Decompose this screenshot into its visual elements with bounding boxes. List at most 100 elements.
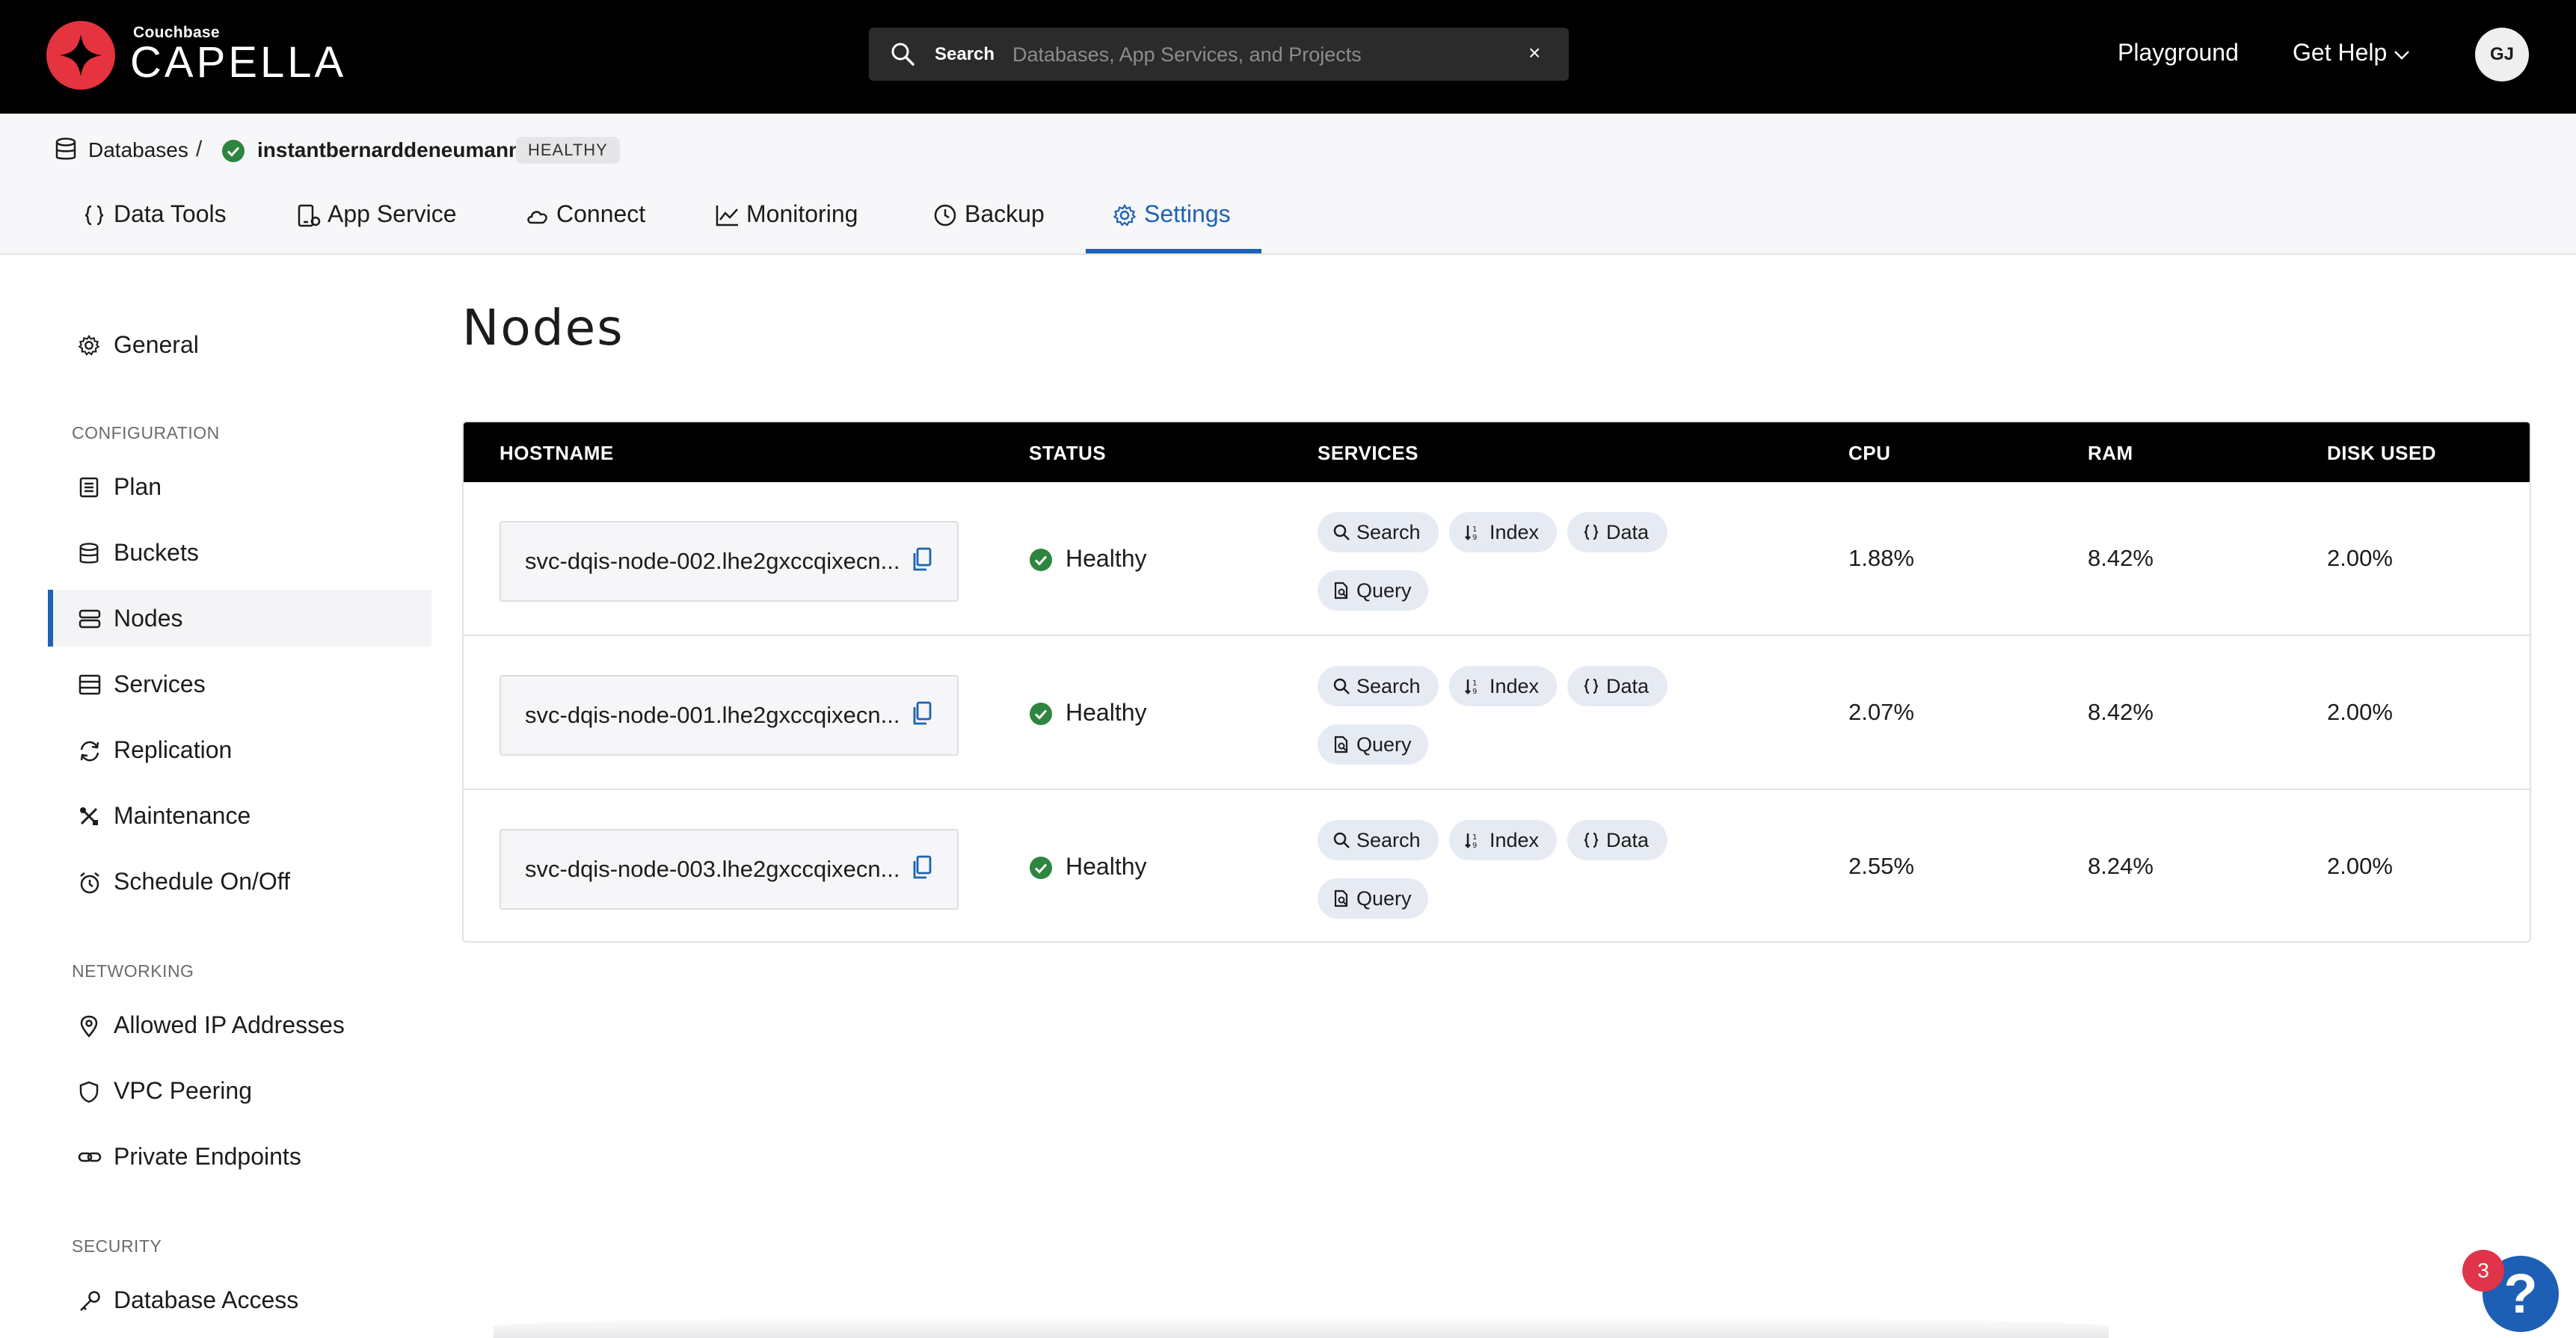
sidebar-item-label: Maintenance: [114, 802, 251, 829]
hostname-field[interactable]: svc-dqis-node-001.lhe2gxccqixecn...: [499, 675, 959, 756]
svg-text:9: 9: [1472, 534, 1477, 541]
hostname-text: svc-dqis-node-001.lhe2gxccqixecn...: [525, 702, 900, 728]
chart-line-icon: [716, 206, 738, 226]
sidebar-item-label: Plan: [114, 473, 162, 500]
sidebar-item-label: VPC Peering: [114, 1077, 252, 1104]
sidebar-item-nodes[interactable]: Nodes: [48, 590, 431, 647]
key-icon: [80, 1291, 100, 1311]
database-icon: [54, 137, 78, 166]
search-icon: [1333, 832, 1350, 848]
table-row: svc-dqis-node-003.lhe2gxccqixecn... Heal…: [464, 790, 2530, 941]
table-row: svc-dqis-node-001.lhe2gxccqixecn... Heal…: [464, 636, 2530, 790]
app-service-icon: [298, 204, 321, 227]
column-header-services[interactable]: SERVICES: [1318, 442, 1418, 465]
capella-logo-icon[interactable]: [46, 21, 115, 90]
braces-icon: [84, 205, 104, 226]
subheader: [0, 114, 2576, 255]
sidebar-item-private-endpoints[interactable]: Private Endpoints: [48, 1128, 426, 1185]
chip-label: Data: [1606, 521, 1650, 543]
copy-icon[interactable]: [911, 854, 933, 885]
service-chip-data: Data: [1567, 666, 1667, 706]
page-title: Nodes: [462, 299, 624, 357]
sidebar-item-general[interactable]: General: [48, 316, 426, 373]
bottom-shadow: [494, 1316, 2109, 1338]
sidebar-item-vpc-peering[interactable]: VPC Peering: [48, 1062, 426, 1119]
search-label: Search: [935, 44, 995, 64]
tab-label: Connect: [556, 200, 646, 227]
hostname-field[interactable]: svc-dqis-node-002.lhe2gxccqixecn...: [499, 521, 959, 602]
help-notification-badge: 3: [2462, 1250, 2504, 1292]
braces-icon: [1584, 832, 1599, 848]
hostname-field[interactable]: svc-dqis-node-003.lhe2gxccqixecn...: [499, 829, 959, 910]
healthy-check-icon: [221, 139, 245, 167]
sidebar-item-database-access[interactable]: Database Access: [48, 1271, 426, 1328]
sidebar-item-replication[interactable]: Replication: [48, 721, 426, 778]
breadcrumb-databases[interactable]: Databases: [88, 138, 188, 162]
healthy-check-icon: [1029, 856, 1053, 884]
svg-text:1: 1: [1472, 833, 1477, 842]
chip-label: Search: [1356, 675, 1421, 697]
cpu-value: 1.88%: [1848, 545, 1914, 571]
search-icon: [890, 41, 915, 70]
services-icon: [79, 674, 101, 695]
status-text: Healthy: [1066, 853, 1147, 880]
service-chip-query: Query: [1318, 570, 1428, 611]
service-chip-index: 19 Index: [1449, 820, 1557, 860]
sidebar-item-allowed-ip[interactable]: Allowed IP Addresses: [48, 996, 426, 1053]
disk-used-value: 2.00%: [2327, 545, 2393, 571]
chip-label: Data: [1606, 675, 1650, 697]
copy-icon[interactable]: [911, 700, 933, 731]
sidebar-item-services[interactable]: Services: [48, 656, 426, 712]
svg-text:1: 1: [1472, 525, 1477, 534]
sidebar-item-label: Allowed IP Addresses: [114, 1011, 345, 1038]
status-text: Healthy: [1066, 545, 1147, 572]
query-doc-icon: [1334, 890, 1348, 907]
index-icon: 19: [1465, 833, 1477, 849]
ram-value: 8.24%: [2088, 853, 2154, 879]
sidebar-item-label: Schedule On/Off: [114, 868, 290, 895]
user-avatar[interactable]: GJ: [2475, 28, 2529, 81]
service-chip-index: 19 Index: [1449, 512, 1557, 552]
chip-label: Index: [1490, 829, 1540, 851]
chip-label: Query: [1356, 733, 1412, 756]
copy-icon[interactable]: [911, 546, 933, 577]
tools-icon: [80, 807, 98, 825]
ram-value: 8.42%: [2088, 545, 2154, 571]
query-doc-icon: [1334, 582, 1348, 599]
column-header-status[interactable]: STATUS: [1029, 442, 1106, 465]
logo-product-text: CAPELLA: [130, 38, 347, 87]
gear-icon: [1113, 203, 1137, 226]
column-header-cpu[interactable]: CPU: [1848, 442, 1890, 465]
get-help-menu[interactable]: Get Help: [2293, 39, 2409, 67]
sidebar-item-schedule[interactable]: Schedule On/Off: [48, 853, 426, 910]
sidebar-item-maintenance[interactable]: Maintenance: [48, 787, 426, 844]
sync-icon: [80, 741, 99, 762]
sidebar-item-label: Replication: [114, 736, 233, 763]
sidebar-item-buckets[interactable]: Buckets: [48, 524, 426, 581]
column-header-hostname[interactable]: HOSTNAME: [499, 442, 614, 465]
top-bar: Couchbase CAPELLA Search × Playground Ge…: [0, 0, 2576, 114]
search-input[interactable]: [1011, 38, 1493, 71]
cpu-value: 2.07%: [1848, 699, 1914, 725]
clear-search-icon[interactable]: ×: [1528, 41, 1540, 65]
location-pin-icon: [80, 1015, 98, 1038]
server-icon: [79, 609, 101, 629]
sidebar-item-label: Buckets: [114, 539, 199, 566]
global-search[interactable]: Search ×: [869, 28, 1569, 81]
index-icon: 19: [1465, 525, 1477, 541]
table-header: HOSTNAME STATUS SERVICES CPU RAM DISK US…: [464, 422, 2530, 482]
column-header-disk-used[interactable]: DISK USED: [2327, 442, 2436, 465]
breadcrumb-cluster-name: instantbernarddeneumann: [257, 138, 522, 161]
disk-used-value: 2.00%: [2327, 699, 2393, 725]
service-chip-data: Data: [1567, 820, 1667, 860]
cloud-icon: [527, 211, 547, 224]
sidebar-section-security: SECURITY: [72, 1236, 162, 1256]
breadcrumb-separator: /: [196, 137, 203, 161]
chip-label: Data: [1606, 829, 1650, 851]
sidebar-item-plan[interactable]: Plan: [48, 458, 426, 515]
column-header-ram[interactable]: RAM: [2088, 442, 2133, 465]
playground-link[interactable]: Playground: [2118, 39, 2239, 67]
search-icon: [1333, 524, 1350, 540]
chip-label: Index: [1490, 521, 1540, 543]
service-chip-query: Query: [1318, 724, 1428, 765]
